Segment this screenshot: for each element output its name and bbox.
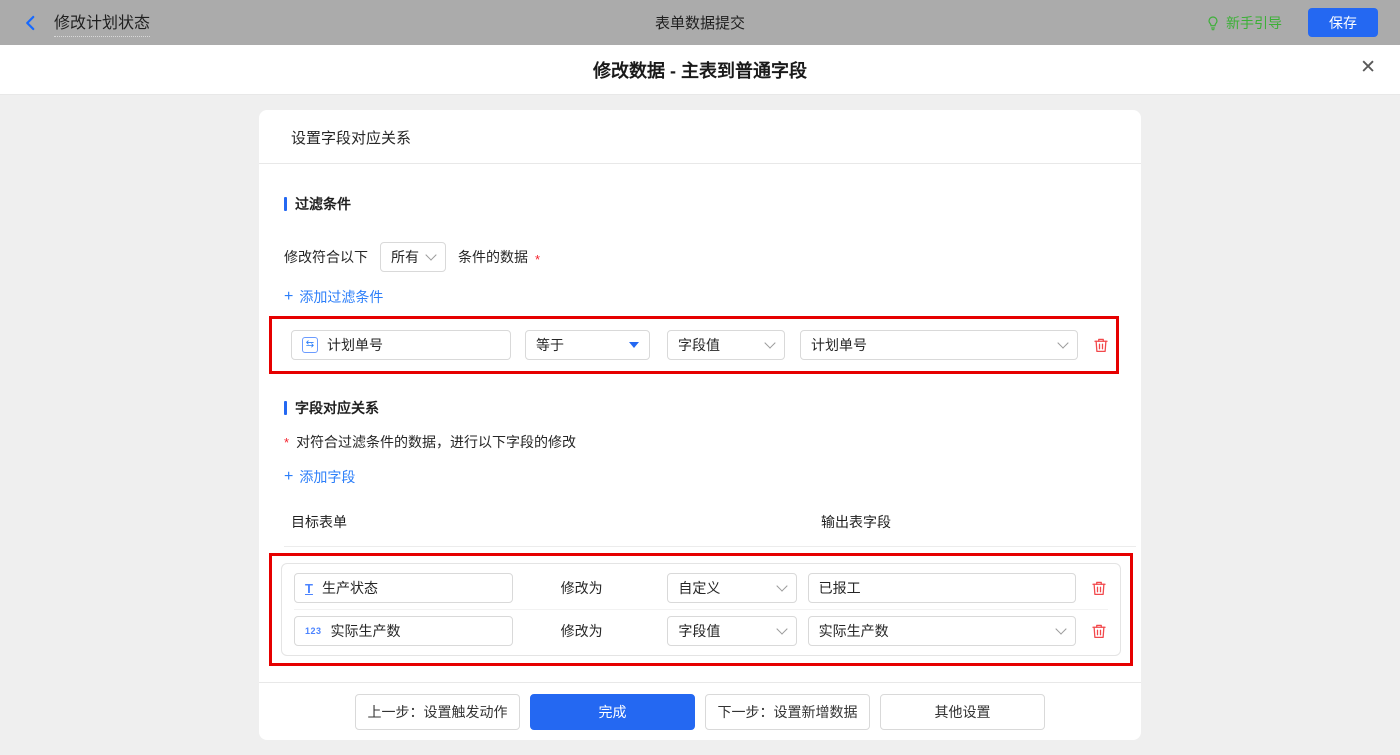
match-mode-select[interactable]: 所有: [380, 242, 446, 272]
value-mode-select[interactable]: 字段值: [667, 616, 797, 646]
topbar: 修改计划状态 表单数据提交 新手引导 保存: [0, 0, 1400, 45]
prev-step-button[interactable]: 上一步：设置触发动作: [355, 693, 520, 730]
save-button[interactable]: 保存: [1308, 8, 1378, 37]
modify-to-label: 修改为: [560, 623, 603, 639]
mapping-rows-container: T 生产状态 修改为 自定义 已报工 123 实际生产数 修改为 字段值 实际生…: [281, 563, 1121, 656]
mapping-section-title: 字段对应关系: [284, 398, 1141, 418]
card-header: 设置字段对应关系: [259, 110, 1141, 164]
filter-condition-annotation: ⇆ 计划单号 等于 字段值 计划单号: [269, 316, 1119, 374]
delete-condition-button[interactable]: [1092, 336, 1110, 354]
value-type-select[interactable]: 字段值: [667, 330, 785, 360]
required-mark: *: [284, 434, 290, 450]
mapping-row: T 生产状态 修改为 自定义 已报工: [294, 567, 1108, 609]
filter-sentence: 修改符合以下 所有 条件的数据 *: [284, 242, 1141, 272]
operator-select[interactable]: 等于: [525, 330, 650, 360]
modal-header: 修改数据 - 主表到普通字段 ✕: [0, 45, 1400, 95]
add-filter-condition-link[interactable]: + 添加过滤条件: [284, 287, 383, 307]
text-field-icon: T: [305, 580, 313, 596]
source-field-select[interactable]: 实际生产数: [807, 616, 1076, 646]
section-accent-bar: [284, 401, 287, 415]
page-title: 表单数据提交: [654, 15, 745, 32]
next-step-button[interactable]: 下一步：设置新增数据: [705, 693, 870, 730]
filter-value-select[interactable]: 计划单号: [800, 330, 1078, 360]
plus-icon: +: [284, 288, 294, 305]
close-icon[interactable]: ✕: [1360, 58, 1376, 77]
modal-body: 设置字段对应关系 过滤条件 修改符合以下 所有 条件的数据 * + 添加过滤条件: [0, 95, 1400, 754]
custom-value-input[interactable]: 已报工: [807, 573, 1076, 603]
chevron-down-icon: [1057, 337, 1069, 349]
required-mark: *: [535, 251, 541, 267]
target-field-input[interactable]: 123 实际生产数: [294, 616, 513, 646]
section-accent-bar: [284, 197, 287, 211]
back-button[interactable]: [22, 14, 40, 32]
lightbulb-icon: [1208, 15, 1218, 30]
mapping-column-headers: 目标表单 输出表字段: [284, 512, 1136, 547]
sentence-suffix: 条件的数据: [458, 249, 528, 265]
value-mode-select[interactable]: 自定义: [667, 573, 797, 603]
mapping-rows-annotation: T 生产状态 修改为 自定义 已报工 123 实际生产数 修改为 字段值 实际生…: [269, 553, 1133, 666]
beginner-guide-link[interactable]: 新手引导: [1205, 13, 1282, 33]
serial-number-field-icon: ⇆: [302, 337, 318, 353]
target-field-input[interactable]: T 生产状态: [294, 573, 513, 603]
add-field-link[interactable]: + 添加字段: [284, 467, 355, 487]
trash-icon: [1092, 624, 1106, 639]
mapping-description: * 对符合过滤条件的数据，进行以下字段的修改: [284, 434, 577, 450]
caret-down-icon: [629, 342, 639, 348]
done-button[interactable]: 完成: [530, 693, 695, 730]
modify-to-label: 修改为: [560, 580, 603, 596]
plus-icon: +: [284, 468, 294, 485]
chevron-down-icon: [764, 337, 776, 349]
trash-icon: [1094, 338, 1108, 353]
chevron-down-icon: [1055, 623, 1067, 635]
chevron-down-icon: [775, 623, 788, 635]
modal-title: 修改数据 - 主表到普通字段: [593, 60, 807, 81]
column-target-form: 目标表单: [291, 514, 347, 530]
column-output-field: 输出表字段: [821, 514, 891, 530]
chevron-down-icon: [425, 249, 437, 261]
trash-icon: [1092, 581, 1106, 596]
delete-row-button[interactable]: [1090, 579, 1108, 597]
card-footer: 上一步：设置触发动作 完成 下一步：设置新增数据 其他设置: [259, 682, 1141, 740]
mapping-row: 123 实际生产数 修改为 字段值 实际生产数: [294, 609, 1108, 652]
filter-section-title: 过滤条件: [284, 194, 1141, 214]
filter-field-input[interactable]: ⇆ 计划单号: [291, 330, 511, 360]
delete-row-button[interactable]: [1090, 622, 1108, 640]
sentence-prefix: 修改符合以下: [284, 249, 368, 265]
guide-label: 新手引导: [1226, 14, 1282, 31]
other-settings-button[interactable]: 其他设置: [880, 693, 1045, 730]
chevron-down-icon: [775, 580, 788, 592]
settings-card: 设置字段对应关系 过滤条件 修改符合以下 所有 条件的数据 * + 添加过滤条件: [259, 110, 1141, 740]
workflow-title[interactable]: 修改计划状态: [54, 9, 151, 37]
number-field-icon: 123: [305, 626, 322, 636]
chevron-left-icon: [26, 15, 35, 30]
